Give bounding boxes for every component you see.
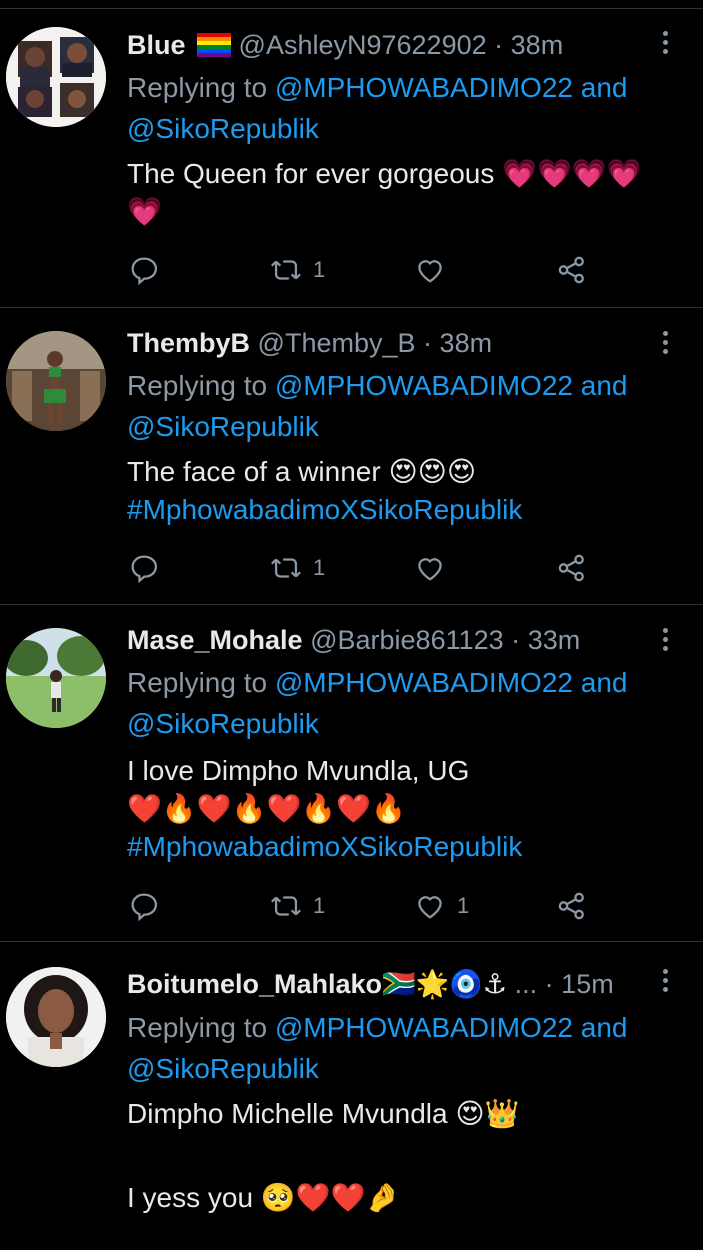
tweet-header: ThembyB @Themby_B · 38m bbox=[127, 326, 492, 360]
reply-button[interactable] bbox=[127, 551, 161, 585]
replying-to-label: Replying to bbox=[127, 72, 268, 103]
tweet-header: Mase_Mohale @Barbie861123 · 33m bbox=[127, 623, 580, 657]
like-button[interactable] bbox=[413, 253, 457, 287]
replying-to: Replying to @MPHOWABADIMO22 and @SikoRep… bbox=[127, 1007, 687, 1089]
like-icon bbox=[418, 260, 442, 283]
tweet-text-line: The Queen for ever gorgeous 💗💗💗💗 bbox=[127, 158, 642, 189]
mention-link[interactable]: @MPHOWABADIMO22 bbox=[275, 370, 573, 401]
mention-link[interactable]: @MPHOWABADIMO22 bbox=[275, 1012, 573, 1043]
retweet-count: 1 bbox=[313, 555, 326, 580]
share-icon bbox=[558, 256, 584, 284]
tweet-text-line: ❤️🔥❤️🔥❤️🔥❤️🔥 bbox=[127, 793, 406, 824]
retweet-button[interactable]: 1 bbox=[269, 551, 325, 585]
retweet-count: 1 bbox=[313, 257, 326, 282]
share-button[interactable] bbox=[555, 253, 589, 287]
like-icon bbox=[418, 558, 442, 581]
retweet-button[interactable]: 1 bbox=[269, 253, 325, 287]
reply-button[interactable] bbox=[127, 253, 161, 287]
avatar[interactable] bbox=[6, 331, 106, 431]
share-button[interactable] bbox=[555, 551, 589, 585]
share-icon bbox=[558, 892, 584, 920]
mention-link[interactable]: @SikoRepublik bbox=[127, 1053, 319, 1084]
rainbow-flag-icon bbox=[197, 31, 232, 65]
like-button[interactable] bbox=[413, 551, 457, 585]
replying-to: Replying to @MPHOWABADIMO22 and @SikoRep… bbox=[127, 67, 687, 149]
separator-dot: · bbox=[423, 328, 433, 358]
retweet-icon bbox=[271, 558, 301, 578]
and-label: and bbox=[580, 667, 628, 698]
mention-link[interactable]: @MPHOWABADIMO22 bbox=[275, 72, 573, 103]
tweet-text-line: Dimpho Michelle Mvundla 😍👑 bbox=[127, 1098, 520, 1129]
retweet-count: 1 bbox=[313, 893, 326, 918]
reply-icon bbox=[131, 893, 158, 922]
tweet-header: Boitumelo_Mahlako🇿🇦🌟🧿⚓ ... · 15m bbox=[127, 967, 614, 1001]
mention-link[interactable]: @MPHOWABADIMO22 bbox=[275, 667, 573, 698]
tweet-text: The face of a winner 😍😍😍 #MphowabadimoXS… bbox=[127, 453, 687, 529]
tweet-text: I love Dimpho Mvundla, UG ❤️🔥❤️🔥❤️🔥❤️🔥 #… bbox=[127, 752, 687, 866]
action-bar: 1 1 bbox=[127, 889, 597, 923]
like-count: 1 bbox=[457, 893, 470, 918]
display-name[interactable]: Blue bbox=[127, 30, 186, 60]
replying-to: Replying to @MPHOWABADIMO22 and @SikoRep… bbox=[127, 662, 687, 744]
retweet-icon bbox=[271, 896, 301, 916]
display-name[interactable]: ThembyB bbox=[127, 328, 250, 358]
reply-icon bbox=[131, 555, 158, 584]
separator-dot: · bbox=[544, 969, 554, 999]
replying-to-label: Replying to bbox=[127, 370, 268, 401]
top-divider bbox=[0, 0, 703, 9]
more-icon[interactable] bbox=[663, 31, 669, 58]
more-icon[interactable] bbox=[663, 969, 669, 996]
more-icon[interactable] bbox=[663, 331, 669, 358]
more-icon[interactable] bbox=[663, 628, 669, 655]
avatar[interactable] bbox=[6, 967, 106, 1067]
avatar[interactable] bbox=[6, 27, 106, 127]
separator-dot: · bbox=[494, 30, 504, 60]
replying-to-label: Replying to bbox=[127, 667, 268, 698]
like-icon bbox=[418, 896, 442, 919]
tweet-text: Dimpho Michelle Mvundla 😍👑 I yess you 🥺❤… bbox=[127, 1095, 687, 1217]
and-label: and bbox=[580, 370, 628, 401]
action-bar: 1 bbox=[127, 253, 597, 287]
tweet[interactable]: Mase_Mohale @Barbie861123 · 33m Replying… bbox=[0, 604, 703, 942]
user-handle[interactable]: @AshleyN97622902 bbox=[239, 30, 487, 60]
mention-link[interactable]: @SikoRepublik bbox=[127, 113, 319, 144]
like-button[interactable]: 1 bbox=[413, 889, 469, 923]
user-handle[interactable]: @Barbie861123 bbox=[310, 625, 504, 655]
separator-dot: · bbox=[511, 625, 521, 655]
tweet[interactable]: ThembyB @Themby_B · 38m Replying to @MPH… bbox=[0, 307, 703, 605]
tweet-text-line: I yess you 🥺❤️❤️🤌 bbox=[127, 1182, 401, 1213]
hashtag-link[interactable]: #MphowabadimoXSikoRepublik bbox=[127, 828, 687, 866]
tweet-header: Blue @AshleyN97622902 · 38m bbox=[127, 28, 563, 65]
action-bar: 1 bbox=[127, 551, 597, 585]
share-icon bbox=[558, 554, 584, 582]
reply-icon bbox=[131, 257, 158, 286]
display-name[interactable]: Mase_Mohale bbox=[127, 625, 303, 655]
tweet[interactable]: Boitumelo_Mahlako🇿🇦🌟🧿⚓ ... · 15m Replyin… bbox=[0, 941, 703, 1250]
and-label: and bbox=[580, 72, 628, 103]
user-handle[interactable]: @Themby_B bbox=[258, 328, 416, 358]
mention-link[interactable]: @SikoRepublik bbox=[127, 411, 319, 442]
retweet-icon bbox=[271, 260, 301, 280]
user-handle[interactable]: ... bbox=[515, 969, 538, 999]
retweet-button[interactable]: 1 bbox=[269, 889, 325, 923]
reply-button[interactable] bbox=[127, 889, 161, 923]
avatar[interactable] bbox=[6, 628, 106, 728]
replying-to: Replying to @MPHOWABADIMO22 and @SikoRep… bbox=[127, 365, 687, 447]
hashtag-link[interactable]: #MphowabadimoXSikoRepublik bbox=[127, 491, 687, 529]
replying-to-label: Replying to bbox=[127, 1012, 268, 1043]
tweet-text-line: I love Dimpho Mvundla, UG bbox=[127, 755, 470, 786]
tweet[interactable]: Blue @AshleyN97622902 · 38m Replying to … bbox=[0, 9, 703, 308]
share-button[interactable] bbox=[555, 889, 589, 923]
tweet-text: The Queen for ever gorgeous 💗💗💗💗 💗 bbox=[127, 155, 687, 231]
and-label: and bbox=[580, 1012, 628, 1043]
timestamp[interactable]: 33m bbox=[528, 625, 581, 655]
mention-link[interactable]: @SikoRepublik bbox=[127, 708, 319, 739]
timestamp[interactable]: 38m bbox=[440, 328, 493, 358]
timestamp[interactable]: 15m bbox=[561, 969, 614, 999]
timestamp[interactable]: 38m bbox=[511, 30, 564, 60]
tweet-text-line: The face of a winner 😍😍😍 bbox=[127, 456, 477, 487]
tweet-text-line: 💗 bbox=[127, 196, 162, 227]
display-name[interactable]: Boitumelo_Mahlako🇿🇦🌟🧿⚓ bbox=[127, 969, 507, 999]
